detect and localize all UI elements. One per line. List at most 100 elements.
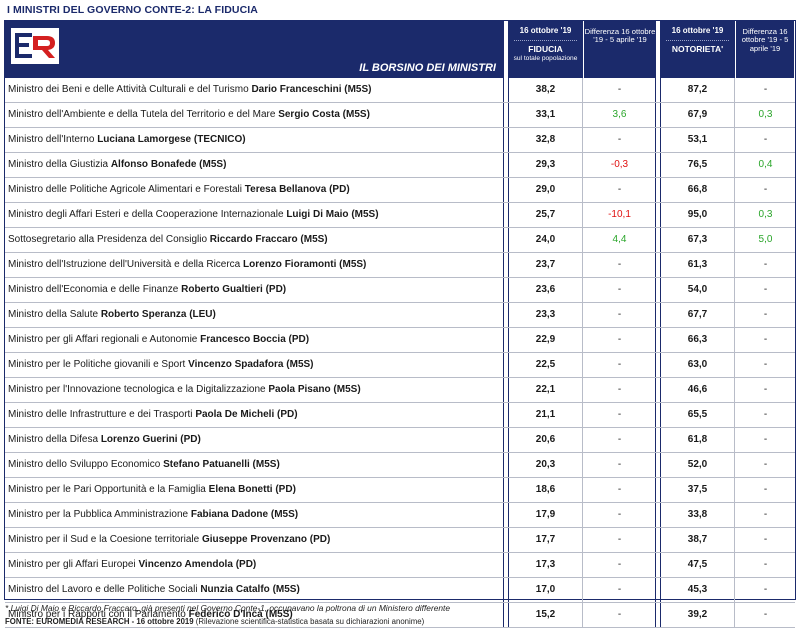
fiducia-value: 22,1 [508, 378, 583, 402]
minister-cell: Ministro dell'Interno Luciana Lamorgese … [5, 128, 504, 152]
notorieta-diff: 0,3 [758, 109, 773, 120]
notorieta-value: 95,0 [660, 203, 735, 227]
notorieta-diff: 0,4 [758, 159, 773, 170]
table-row: Sottosegretario alla Presidenza del Cons… [5, 228, 795, 253]
minister-cell: Ministro della Difesa Lorenzo Guerini (P… [5, 428, 504, 452]
minister-party: (M5S) [252, 459, 280, 470]
minister-role: Ministro dell'Economia e delle Finanze [8, 284, 179, 295]
source-label: FONTE: EUROMEDIA RESEARCH - 16 ottobre 2… [5, 617, 194, 626]
table-row: Ministro della Giustizia Alfonso Bonafed… [5, 153, 795, 178]
minister-role: Ministro dell'Interno [8, 134, 95, 145]
notorieta-diff: - [763, 559, 768, 570]
minister-role: Sottosegretario alla Presidenza del Cons… [8, 234, 208, 245]
minister-party: (M5S) [300, 234, 328, 245]
header-diff-notorieta: Differenza 16 ottobre '19 - 5 aprile '19 [736, 21, 794, 78]
notorieta-diff: - [763, 334, 768, 345]
minister-cell: Ministro delle Politiche Agricole Alimen… [5, 178, 504, 202]
minister-name: Stefano Patuanelli [163, 459, 250, 470]
minister-name: Fabiana Dadone [190, 509, 269, 520]
minister-cell: Sottosegretario alla Presidenza del Cons… [5, 228, 504, 252]
notorieta-diff: - [763, 484, 768, 495]
notorieta-diff: 5,0 [758, 234, 773, 245]
fiducia-diff: -0,3 [584, 153, 656, 177]
minister-cell: Ministro per le Pari Opportunità e la Fa… [5, 478, 504, 502]
fiducia-diff: -10,1 [584, 203, 656, 227]
notorieta-diff: - [763, 284, 768, 295]
notorieta-diff: - [763, 409, 768, 420]
minister-role: Ministro per il Sud e la Coesione territ… [8, 534, 200, 545]
table-row: Ministro della Salute Roberto Speranza (… [5, 303, 795, 328]
table-row: Ministro delle Politiche Agricole Alimen… [5, 178, 795, 203]
notorieta-diff: - [763, 534, 768, 545]
minister-party: (M5S) [272, 584, 300, 595]
source-note: (Rilevazione scientifica-statistica basa… [195, 617, 425, 626]
fiducia-diff: - [584, 503, 656, 527]
fiducia-diff: - [584, 253, 656, 277]
fiducia-diff: - [584, 478, 656, 502]
minister-cell: Ministro dell'Ambiente e della Tutela de… [5, 103, 504, 127]
fiducia-diff: - [584, 403, 656, 427]
notorieta-value: 61,3 [660, 253, 735, 277]
minister-name: Vincenzo Spadafora [188, 359, 284, 370]
minister-role: Ministro dei Beni e delle Attività Cultu… [8, 84, 249, 95]
fiducia-value: 20,3 [508, 453, 583, 477]
minister-party: (PD) [275, 484, 296, 495]
minister-cell: Ministro per le Politiche giovanili e Sp… [5, 353, 504, 377]
footnote: * Luigi Di Maio e Riccardo Fraccaro, già… [5, 603, 451, 613]
fiducia-diff: - [584, 378, 656, 402]
notorieta-diff: - [763, 259, 768, 270]
notorieta-label: NOTORIETA' [671, 44, 724, 54]
minister-party: (M5S) [342, 109, 370, 120]
notorieta-value: 66,8 [660, 178, 735, 202]
minister-name: Giuseppe Provenzano [201, 534, 308, 545]
fiducia-value: 21,1 [508, 403, 583, 427]
minister-role: Ministro per la Pubblica Amministrazione [8, 509, 189, 520]
minister-party: (PD) [329, 184, 350, 195]
fiducia-diff: - [584, 278, 656, 302]
fiducia-diff: - [584, 128, 656, 152]
notorieta-diff: - [763, 584, 768, 595]
euromedia-logo [11, 28, 59, 64]
fiducia-diff: - [584, 578, 656, 602]
fiducia-diff: - [584, 453, 656, 477]
minister-cell: Ministro della Giustizia Alfonso Bonafed… [5, 153, 504, 177]
table-row: Ministro per le Politiche giovanili e Sp… [5, 353, 795, 378]
table-row: Ministro della Difesa Lorenzo Guerini (P… [5, 428, 795, 453]
minister-rows: Ministro dei Beni e delle Attività Cultu… [5, 78, 795, 628]
minister-name: Alfonso Bonafede [110, 159, 197, 170]
minister-cell: Ministro dello Sviluppo Economico Stefan… [5, 453, 504, 477]
fiducia-label: FIDUCIA [528, 44, 563, 54]
minister-party: (PD) [277, 409, 298, 420]
notorieta-value: 45,3 [660, 578, 735, 602]
notorieta-value: 67,9 [660, 103, 735, 127]
notorieta-date: 16 ottobre '19 [671, 26, 724, 35]
minister-party: (M5S) [351, 209, 379, 220]
fiducia-value: 17,7 [508, 528, 583, 552]
fiducia-value: 32,8 [508, 128, 583, 152]
minister-role: Ministro per le Politiche giovanili e Sp… [8, 359, 186, 370]
notorieta-value: 76,5 [660, 153, 735, 177]
notorieta-value: 67,3 [660, 228, 735, 252]
notorieta-value: 52,0 [660, 453, 735, 477]
minister-role: Ministro delle Politiche Agricole Alimen… [8, 184, 242, 195]
fiducia-value: 29,0 [508, 178, 583, 202]
minister-cell: Ministro dei Beni e delle Attività Cultu… [5, 78, 504, 102]
fiducia-value: 29,3 [508, 153, 583, 177]
minister-name: Riccardo Fraccaro [209, 234, 298, 245]
notorieta-diff: - [763, 84, 768, 95]
notorieta-diff: - [763, 434, 768, 445]
minister-name: Lorenzo Guerini [100, 434, 178, 445]
minister-cell: Ministro per il Sud e la Coesione territ… [5, 528, 504, 552]
minister-party: (M5S) [199, 159, 227, 170]
table-row: Ministro delle Infrastrutture e dei Tras… [5, 403, 795, 428]
fiducia-value: 33,1 [508, 103, 583, 127]
notorieta-diff: - [763, 184, 768, 195]
table-row: Ministro per le Pari Opportunità e la Fa… [5, 478, 795, 503]
fiducia-diff: - [584, 528, 656, 552]
minister-cell: Ministro per gli Affari regionali e Auto… [5, 328, 504, 352]
notorieta-diff: - [763, 359, 768, 370]
fiducia-value: 17,0 [508, 578, 583, 602]
minister-cell: Ministro per l'Innovazione tecnologica e… [5, 378, 504, 402]
minister-name: Roberto Gualtieri [181, 284, 263, 295]
table-row: Ministro dell'Istruzione dell'Università… [5, 253, 795, 278]
